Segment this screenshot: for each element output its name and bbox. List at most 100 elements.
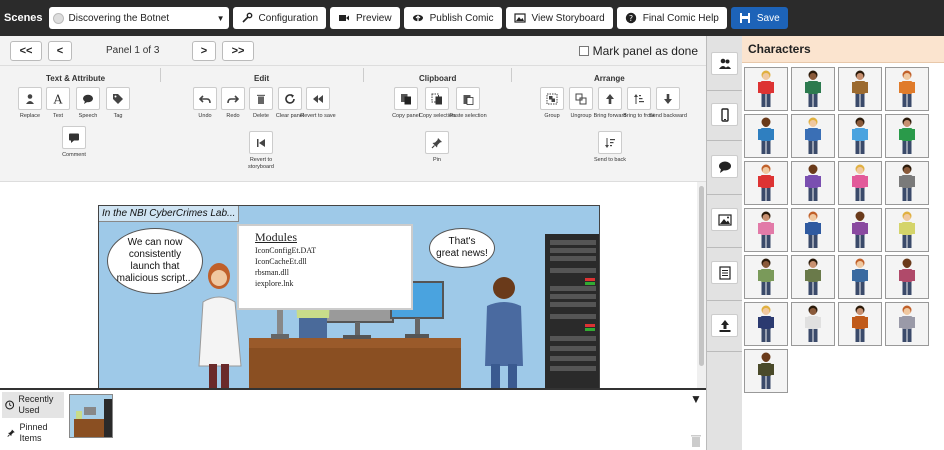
rewind-icon xyxy=(313,94,323,103)
comment-label: Comment xyxy=(62,152,86,158)
character-figure xyxy=(852,305,868,342)
character-thumbnail[interactable] xyxy=(838,161,882,205)
character-thumbnail[interactable] xyxy=(791,67,835,111)
character-thumbnail[interactable] xyxy=(791,161,835,205)
paste-icon xyxy=(463,94,474,105)
character-thumbnail[interactable] xyxy=(885,67,929,111)
top-bar: Scenes Discovering the Botnet ▼ Configur… xyxy=(0,0,944,36)
group-title-edit: Edit xyxy=(254,74,270,83)
character-thumbnail[interactable] xyxy=(744,114,788,158)
configuration-button[interactable]: Configuration xyxy=(232,7,327,29)
undo-icon xyxy=(199,94,211,103)
final-comic-help-button[interactable]: ? Final Comic Help xyxy=(616,7,727,29)
character-thumbnail[interactable] xyxy=(791,255,835,299)
caret-down-icon[interactable]: ▼ xyxy=(690,392,702,406)
character-thumbnail[interactable] xyxy=(838,302,882,346)
character-figure xyxy=(899,305,915,342)
speech-category-button[interactable] xyxy=(711,155,738,178)
upload-category-button[interactable] xyxy=(711,314,738,337)
publish-comic-button[interactable]: Publish Comic xyxy=(403,7,502,29)
character-thumbnail[interactable] xyxy=(885,208,929,252)
comment-tool[interactable]: Comment xyxy=(57,126,91,159)
mark-panel-done[interactable]: Mark panel as done xyxy=(578,44,698,58)
documents-category-button[interactable] xyxy=(711,261,738,284)
character-thumbnail[interactable] xyxy=(885,114,929,158)
character-thumbnail[interactable] xyxy=(885,302,929,346)
send-to-back-tool[interactable]: Send to back xyxy=(593,131,627,164)
characters-category-button[interactable] xyxy=(711,52,738,75)
character-figure xyxy=(852,164,868,201)
text-icon: A xyxy=(53,93,63,105)
view-storyboard-button[interactable]: View Storyboard xyxy=(505,7,613,29)
character-figure xyxy=(852,117,868,154)
last-panel-button[interactable]: >> xyxy=(222,40,254,61)
tag-tool[interactable]: Tag xyxy=(101,87,135,120)
character-figure xyxy=(852,211,868,248)
character-thumbnail[interactable] xyxy=(744,302,788,346)
scrollbar-thumb[interactable] xyxy=(699,186,704,366)
character-figure xyxy=(758,70,774,107)
step-backward-icon xyxy=(257,138,265,147)
tag-icon xyxy=(113,93,123,104)
comic-caption[interactable]: In the NBI CyberCrimes Lab... xyxy=(99,206,240,222)
arrow-up-icon xyxy=(606,93,614,104)
character-thumbnail[interactable] xyxy=(791,302,835,346)
scene-select[interactable]: Discovering the Botnet ▼ xyxy=(48,7,229,29)
revert-to-storyboard-tool[interactable]: Revert to storyboard xyxy=(244,131,278,171)
prev-panel-button[interactable]: < xyxy=(48,40,72,61)
devices-category-button[interactable] xyxy=(711,103,738,126)
character-figure xyxy=(899,258,915,295)
trash-icon xyxy=(257,94,265,104)
module-line: iexplore.lnk xyxy=(255,279,294,288)
pin-tool[interactable]: Pin xyxy=(420,131,454,164)
group-divider xyxy=(511,68,512,82)
character-thumbnail[interactable] xyxy=(885,161,929,205)
preview-button[interactable]: Preview xyxy=(330,7,400,29)
refresh-icon xyxy=(285,93,295,104)
save-button[interactable]: Save xyxy=(730,7,788,29)
character-thumbnail[interactable] xyxy=(791,208,835,252)
revert-to-save-tool[interactable]: Revert to save xyxy=(300,87,336,120)
scene-status-icon xyxy=(52,12,64,24)
canvas-scrollbar[interactable] xyxy=(697,182,706,388)
character-thumbnail[interactable] xyxy=(838,255,882,299)
paste-selection-tool[interactable]: Paste selection xyxy=(449,87,487,120)
recently-used-tab[interactable]: Recently Used xyxy=(2,392,64,418)
panel-indicator: Panel 1 of 3 xyxy=(106,45,160,56)
character-thumbnail[interactable] xyxy=(744,67,788,111)
category-divider xyxy=(707,140,743,141)
first-panel-button[interactable]: << xyxy=(10,40,42,61)
next-panel-button[interactable]: > xyxy=(192,40,216,61)
character-thumbnail[interactable] xyxy=(838,114,882,158)
recent-item-thumbnail[interactable] xyxy=(69,394,113,438)
character-figure xyxy=(899,211,915,248)
character-thumbnail[interactable] xyxy=(791,114,835,158)
character-thumbnail[interactable] xyxy=(744,208,788,252)
character-thumbnail[interactable] xyxy=(744,349,788,393)
modules-board: Modules IconConfigEt.DAT IconCacheEt.dll… xyxy=(237,224,413,310)
panel-nav-bar: << < Panel 1 of 3 > >> Mark panel as don… xyxy=(0,36,706,66)
send-backward-tool[interactable]: Send backward xyxy=(649,87,687,120)
backgrounds-category-button[interactable] xyxy=(711,208,738,231)
clock-icon xyxy=(5,400,15,410)
copy-icon xyxy=(401,93,411,104)
ungroup-icon xyxy=(575,93,587,104)
character-thumbnail[interactable] xyxy=(838,208,882,252)
group-title-clipboard: Clipboard xyxy=(419,74,457,83)
lab-desk-thumbnail xyxy=(74,399,112,437)
character-thumbnail[interactable] xyxy=(744,161,788,205)
mobile-phone-icon xyxy=(720,107,729,122)
trash-icon[interactable] xyxy=(690,434,702,448)
character-thumbnail[interactable] xyxy=(838,67,882,111)
comic-panel[interactable]: Modules IconConfigEt.DAT IconCacheEt.dll… xyxy=(98,205,600,388)
character-figure xyxy=(805,70,821,107)
mark-done-checkbox[interactable] xyxy=(578,45,589,56)
send-to-back-label: Send to back xyxy=(593,157,627,163)
speech-bubble-left[interactable]: We can now consistently launch that mali… xyxy=(107,228,203,294)
speech-bubble-right[interactable]: That's great news! xyxy=(429,228,495,268)
character-thumbnail[interactable] xyxy=(885,255,929,299)
group-divider xyxy=(160,68,161,82)
final-comic-help-label: Final Comic Help xyxy=(642,12,719,24)
pinned-items-tab[interactable]: Pinned Items xyxy=(2,420,64,446)
character-thumbnail[interactable] xyxy=(744,255,788,299)
